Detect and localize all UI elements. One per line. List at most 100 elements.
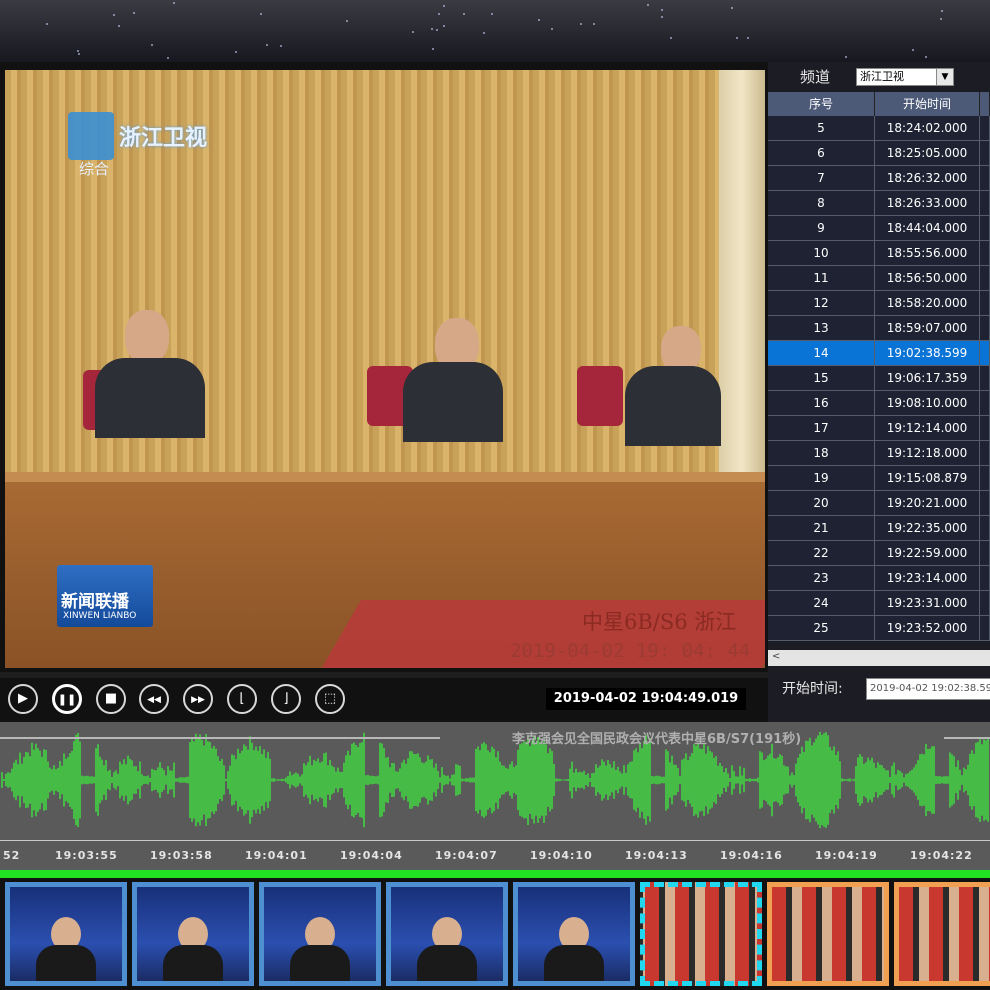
star-decoration [647, 4, 649, 6]
table-row[interactable]: 9 18:44:04.000 [768, 216, 990, 241]
channel-select-value: 浙江卫视 [860, 70, 904, 83]
video-frame[interactable]: 浙江卫视 综合 新闻联播 XINWEN LIANBO 中星6B/S6 浙江 20… [5, 70, 765, 668]
keyframe-thumbnail[interactable] [767, 882, 889, 986]
table-row[interactable]: 11 18:56:50.000 [768, 266, 990, 291]
cell-index: 25 [768, 616, 875, 640]
current-timecode: 2019-04-02 19:04:49.019 [546, 688, 746, 710]
playback-controls: ▶ ❚❚ ■ ◀◀ ▶▶ ⌊ ⌋ ⬚ 2019-04-02 19:04:49.0… [0, 678, 768, 722]
stop-button[interactable]: ■ [96, 684, 126, 714]
timeline-tick-label: 19:04:01 [245, 849, 308, 862]
table-row[interactable]: 20 19:20:21.000 [768, 491, 990, 516]
audio-waveform-track[interactable]: 李克强会见全国民政会议代表中星6B/S7(191秒) 52 19:03:55 19:… [0, 722, 990, 870]
keyframe-thumbnail[interactable] [259, 882, 381, 986]
timeline-tick-label: 52 [3, 849, 21, 862]
cell-extra [980, 116, 990, 140]
star-decoration [78, 53, 80, 55]
program-logo: 新闻联播 XINWEN LIANBO [57, 565, 153, 627]
star-decoration [133, 12, 135, 14]
table-row[interactable]: 5 18:24:02.000 [768, 116, 990, 141]
star-decoration [173, 2, 175, 4]
star-decoration [118, 25, 120, 27]
cell-index: 19 [768, 466, 875, 490]
table-row[interactable]: 21 19:22:35.000 [768, 516, 990, 541]
star-decoration [463, 13, 465, 15]
table-row[interactable]: 13 18:59:07.000 [768, 316, 990, 341]
play-button[interactable]: ▶ [8, 684, 38, 714]
rewind-button[interactable]: ◀◀ [139, 684, 169, 714]
keyframe-thumbnail[interactable] [386, 882, 508, 986]
cell-index: 14 [768, 341, 875, 365]
waveform-path [1, 731, 989, 829]
horizontal-scrollbar[interactable]: < [768, 650, 990, 666]
cell-start-time: 18:56:50.000 [875, 266, 980, 290]
cell-index: 20 [768, 491, 875, 515]
table-row[interactable]: 16 19:08:10.000 [768, 391, 990, 416]
keyframe-thumbnail[interactable] [513, 882, 635, 986]
table-row[interactable]: 7 18:26:32.000 [768, 166, 990, 191]
crop-button[interactable]: ⬚ [315, 684, 345, 714]
star-decoration [747, 37, 749, 39]
cell-index: 8 [768, 191, 875, 215]
cell-extra [980, 166, 990, 190]
segment-table: 序号 开始时间 5 18:24:02.000 6 18:25:05.000 7 18:26… [768, 92, 990, 654]
thumbnail-anchor-body [417, 945, 477, 981]
cell-index: 21 [768, 516, 875, 540]
crop-icon: ⬚ [323, 691, 337, 706]
cell-extra [980, 266, 990, 290]
column-header-index[interactable]: 序号 [768, 92, 875, 116]
table-row[interactable]: 23 19:23:14.000 [768, 566, 990, 591]
star-decoration [661, 9, 663, 11]
star-decoration [736, 37, 738, 39]
table-row[interactable]: 15 19:06:17.359 [768, 366, 990, 391]
timeline-position-bar[interactable] [0, 870, 990, 878]
cell-start-time: 18:24:02.000 [875, 116, 980, 140]
column-header-start-time[interactable]: 开始时间 [875, 92, 980, 116]
cell-start-time: 19:12:14.000 [875, 416, 980, 440]
cell-extra [980, 541, 990, 565]
table-row[interactable]: 6 18:25:05.000 [768, 141, 990, 166]
timeline-tick-label: 19:04:16 [720, 849, 783, 862]
table-row[interactable]: 25 19:23:52.000 [768, 616, 990, 641]
fast-forward-button[interactable]: ▶▶ [183, 684, 213, 714]
star-decoration [46, 23, 48, 25]
cell-index: 18 [768, 441, 875, 465]
cell-start-time: 19:23:52.000 [875, 616, 980, 640]
keyframe-thumbnail[interactable] [132, 882, 254, 986]
thumbnail-anchor-body [36, 945, 96, 981]
cell-start-time: 19:22:35.000 [875, 516, 980, 540]
timeline-tick-label: 19:03:55 [55, 849, 118, 862]
table-row[interactable]: 12 18:58:20.000 [768, 291, 990, 316]
channel-select[interactable]: 浙江卫视 ▼ [856, 68, 954, 86]
cell-index: 16 [768, 391, 875, 415]
keyframe-thumbnail[interactable] [894, 882, 990, 986]
table-row[interactable]: 14 19:02:38.599 [768, 341, 990, 366]
timeline-tick-label: 19:04:19 [815, 849, 878, 862]
video-player[interactable]: 浙江卫视 综合 新闻联播 XINWEN LIANBO 中星6B/S6 浙江 20… [0, 62, 768, 672]
program-list-panel: 频道 浙江卫视 ▼ 序号 开始时间 5 18:24:02.000 6 18:25:05… [768, 62, 990, 722]
keyframe-thumbnail[interactable] [640, 882, 762, 986]
star-decoration [925, 56, 927, 58]
keyframe-thumbnail[interactable] [5, 882, 127, 986]
table-row[interactable]: 18 19:12:18.000 [768, 441, 990, 466]
table-row[interactable]: 17 19:12:14.000 [768, 416, 990, 441]
cell-start-time: 19:02:38.599 [875, 341, 980, 365]
mark-in-button[interactable]: ⌊ [227, 684, 257, 714]
table-row[interactable]: 24 19:23:31.000 [768, 591, 990, 616]
pause-button[interactable]: ❚❚ [52, 684, 82, 714]
cell-extra [980, 516, 990, 540]
column-header-extra[interactable] [980, 92, 990, 116]
table-row[interactable]: 10 18:55:56.000 [768, 241, 990, 266]
chevron-down-icon[interactable]: ▼ [936, 69, 953, 85]
mark-out-button[interactable]: ⌋ [271, 684, 301, 714]
star-decoration [151, 44, 153, 46]
star-decoration [260, 13, 262, 15]
star-decoration [661, 16, 663, 18]
table-row[interactable]: 8 18:26:33.000 [768, 191, 990, 216]
scroll-left-icon[interactable]: < [772, 651, 780, 662]
cell-start-time: 18:25:05.000 [875, 141, 980, 165]
start-time-field[interactable]: 2019-04-02 19:02:38.599 [866, 678, 990, 700]
table-row[interactable]: 19 19:15:08.879 [768, 466, 990, 491]
audio-waveform[interactable] [0, 722, 990, 840]
table-row[interactable]: 22 19:22:59.000 [768, 541, 990, 566]
cell-extra [980, 141, 990, 165]
